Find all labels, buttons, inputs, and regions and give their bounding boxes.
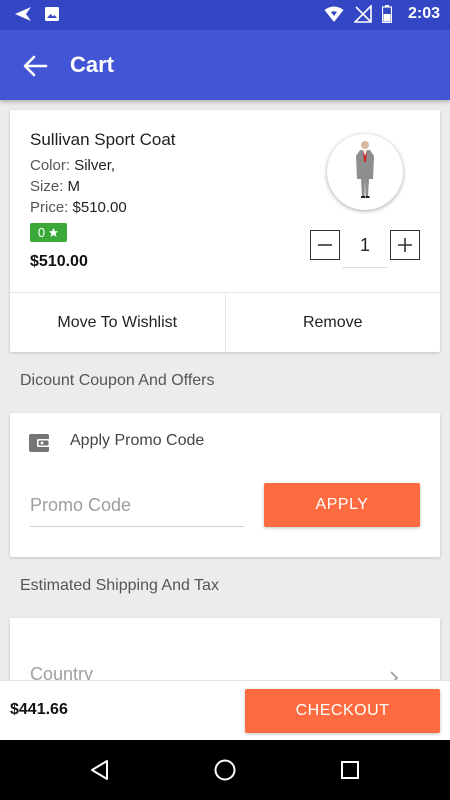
status-time: 2:03 xyxy=(407,5,440,22)
color-value: Silver, xyxy=(74,157,116,174)
status-bar: 2:03 xyxy=(0,0,450,30)
product-price: Price: $510.00 xyxy=(30,199,127,216)
apply-promo-button[interactable]: APPLY xyxy=(264,483,420,527)
wallet-icon xyxy=(29,434,50,452)
page-title: Cart xyxy=(70,52,115,77)
remove-button[interactable]: Remove xyxy=(224,293,441,352)
rating-badge: 0 xyxy=(30,223,67,242)
move-to-wishlist-button[interactable]: Move To Wishlist xyxy=(10,293,225,352)
product-image[interactable] xyxy=(327,134,403,210)
size-value: M xyxy=(67,178,81,195)
battery-icon xyxy=(381,5,392,23)
promo-code-input[interactable] xyxy=(30,485,244,527)
promo-title: Apply Promo Code xyxy=(70,432,205,449)
size-label: Size: xyxy=(30,178,68,195)
suit-image-icon xyxy=(356,141,374,198)
coupon-section-heading: Dicount Coupon And Offers xyxy=(20,372,215,389)
app-bar: Cart xyxy=(0,30,450,100)
item-total: $510.00 xyxy=(30,253,88,270)
nav-home-icon[interactable] xyxy=(213,758,237,782)
price-value: $510.00 xyxy=(72,199,127,216)
nav-back-icon[interactable] xyxy=(88,758,112,782)
quantity-increase-button[interactable] xyxy=(390,230,420,260)
price-label: Price: xyxy=(30,199,73,216)
system-nav-bar xyxy=(0,740,450,800)
cart-total: $441.66 xyxy=(10,701,68,718)
rating-value: 0 xyxy=(37,225,46,240)
wifi-icon xyxy=(324,6,344,22)
minus-icon xyxy=(318,244,332,246)
color-label: Color: xyxy=(30,157,75,174)
checkout-bar: $441.66 CHECKOUT xyxy=(0,680,450,740)
promo-code-card: Apply Promo Code APPLY xyxy=(10,413,440,557)
product-color: Color: Silver, xyxy=(30,157,115,174)
quantity-value[interactable]: 1 xyxy=(342,230,388,268)
back-arrow-icon[interactable] xyxy=(20,51,50,81)
quantity-decrease-button[interactable] xyxy=(310,230,340,260)
star-icon xyxy=(49,227,59,237)
image-notification-icon xyxy=(45,7,59,21)
shipping-section-heading: Estimated Shipping And Tax xyxy=(20,577,219,594)
plus-icon xyxy=(398,238,412,252)
no-signal-icon xyxy=(353,5,372,23)
product-name: Sullivan Sport Coat xyxy=(30,130,176,149)
cart-item-card: Sullivan Sport Coat Color: Silver, Size:… xyxy=(10,110,440,352)
cart-item-actions: Move To Wishlist Remove xyxy=(10,292,440,352)
nav-recent-apps-icon[interactable] xyxy=(338,758,362,782)
product-size: Size: M xyxy=(30,178,80,195)
send-notification-icon xyxy=(15,7,31,21)
checkout-button[interactable]: CHECKOUT xyxy=(245,689,440,733)
